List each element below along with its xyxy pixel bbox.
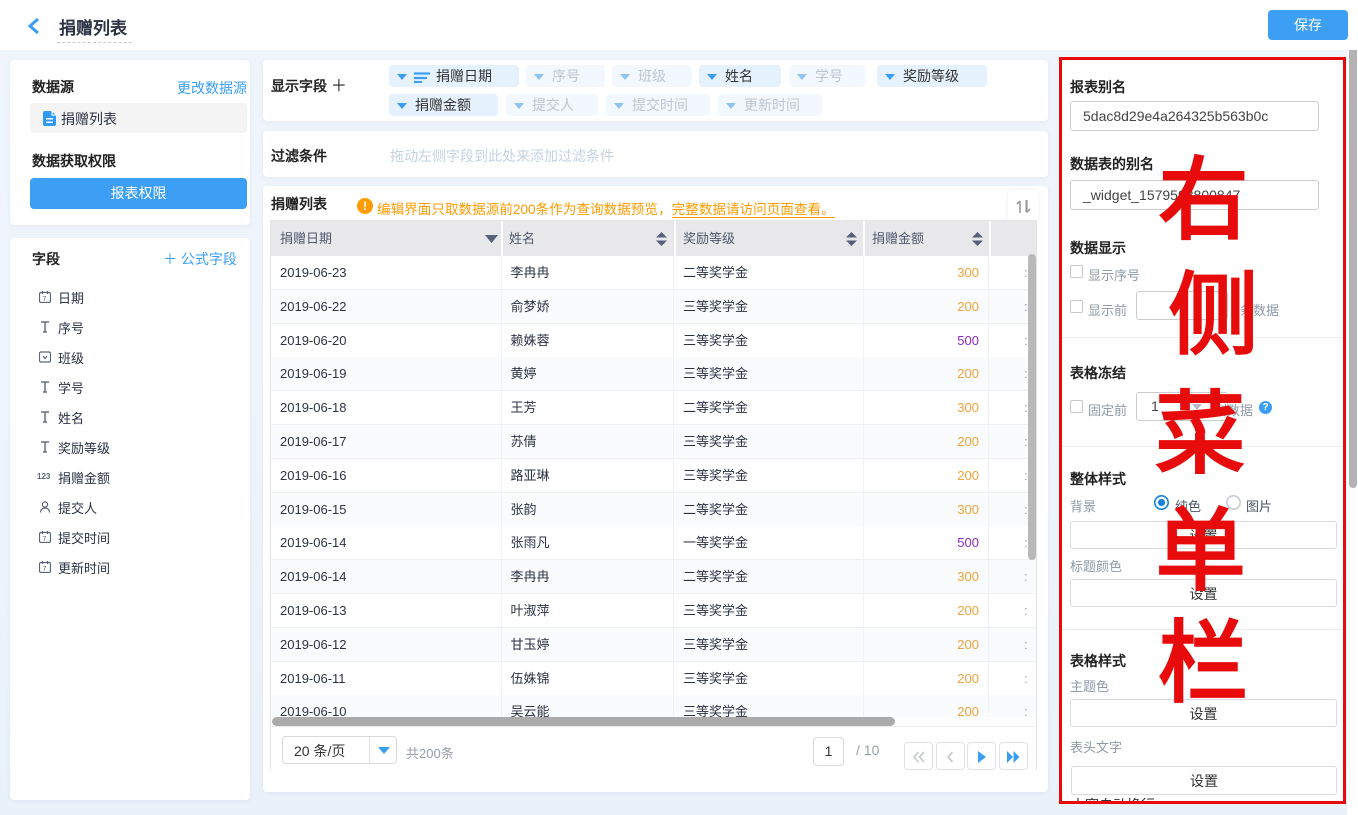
svg-text:7: 7 — [43, 296, 47, 303]
svg-text:7: 7 — [43, 536, 47, 543]
svg-text:7: 7 — [43, 566, 47, 573]
